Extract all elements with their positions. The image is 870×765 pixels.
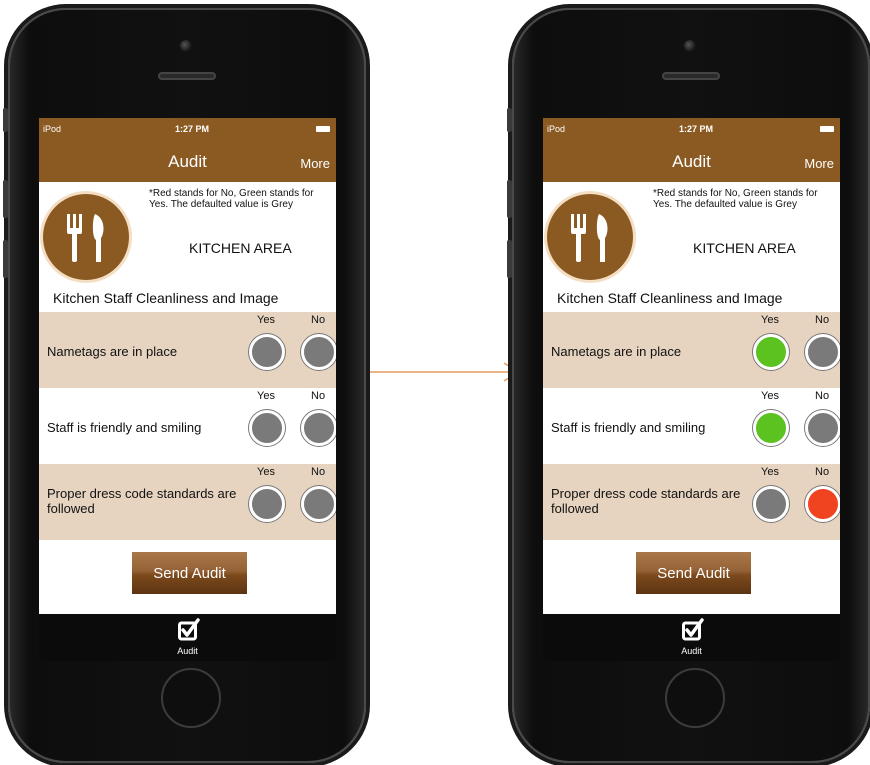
home-button[interactable] [161, 668, 221, 728]
fork-knife-icon [547, 194, 633, 280]
section-title: Kitchen Staff Cleanliness and Image [53, 290, 279, 306]
mute-switch [3, 108, 8, 132]
no-toggle[interactable] [805, 410, 840, 446]
tab-audit-label[interactable]: Audit [39, 646, 336, 656]
no-toggle[interactable] [301, 410, 336, 446]
battery-icon [316, 126, 330, 132]
no-label: No [815, 314, 830, 326]
row-label: Staff is friendly and smiling [551, 420, 706, 435]
yes-toggle[interactable] [249, 486, 285, 522]
no-toggle[interactable] [805, 334, 840, 370]
carrier-label: iPod [43, 124, 62, 134]
tab-audit-label[interactable]: Audit [543, 646, 840, 656]
home-button[interactable] [665, 668, 725, 728]
fork-knife-icon [43, 194, 129, 280]
yes-label: Yes [257, 390, 275, 402]
volume-up-button [507, 180, 512, 218]
clock: 1:27 PM [679, 124, 714, 134]
row-label: Proper dress code standards are followed [47, 486, 237, 516]
page-title: Audit [672, 152, 711, 171]
yes-label: Yes [761, 390, 779, 402]
tab-bar: Audit [39, 614, 336, 661]
camera-icon [180, 40, 192, 52]
speaker-grille [158, 72, 216, 80]
volume-down-button [3, 240, 8, 278]
yes-toggle[interactable] [753, 410, 789, 446]
arrow-icon [370, 362, 520, 382]
no-label: No [815, 390, 830, 402]
row-label: Proper dress code standards are followed [551, 486, 741, 516]
row-label: Nametags are in place [551, 344, 682, 359]
audit-row: Yes No Proper dress code standards are f… [543, 464, 840, 540]
checkbox-icon[interactable] [178, 618, 200, 642]
audit-header: *Red stands for No, Green stands for Yes… [543, 182, 840, 312]
no-label: No [311, 390, 326, 402]
area-title: KITCHEN AREA [693, 240, 796, 256]
carrier-label: iPod [547, 124, 566, 134]
nav-bar: Audit More [39, 142, 336, 182]
section-title: Kitchen Staff Cleanliness and Image [557, 290, 783, 306]
clock: 1:27 PM [175, 124, 210, 134]
status-bar: iPod 1:27 PM [543, 118, 840, 142]
send-area: Send Audit [543, 540, 840, 608]
yes-toggle[interactable] [249, 334, 285, 370]
more-button[interactable]: More [804, 156, 834, 171]
no-toggle[interactable] [301, 486, 336, 522]
yes-toggle[interactable] [249, 410, 285, 446]
camera-icon [684, 40, 696, 52]
yes-label: Yes [257, 314, 275, 326]
yes-label: Yes [761, 314, 779, 326]
row-label: Nametags are in place [47, 344, 178, 359]
send-audit-button[interactable]: Send Audit [636, 552, 751, 594]
audit-row: Yes No Proper dress code standards are f… [39, 464, 336, 540]
yes-toggle[interactable] [753, 486, 789, 522]
legend-note: *Red stands for No, Green stands for Yes… [149, 188, 314, 210]
audit-row: Yes No Staff is friendly and smiling [543, 388, 840, 464]
audit-row: Yes No Staff is friendly and smiling [39, 388, 336, 464]
volume-down-button [507, 240, 512, 278]
page-title: Audit [168, 152, 207, 171]
battery-icon [820, 126, 834, 132]
screen: iPod 1:27 PM Audit More *Red stands for … [39, 118, 336, 661]
more-button[interactable]: More [300, 156, 330, 171]
phone-before: iPod 1:27 PM Audit More *Red stands for … [3, 8, 366, 763]
screen: iPod 1:27 PM Audit More *Red stands for … [543, 118, 840, 661]
send-audit-button[interactable]: Send Audit [132, 552, 247, 594]
yes-toggle[interactable] [753, 334, 789, 370]
audit-row: Yes No Nametags are in place [543, 312, 840, 388]
nav-bar: Audit More [543, 142, 840, 182]
row-label: Staff is friendly and smiling [47, 420, 202, 435]
phone-after: iPod 1:27 PM Audit More *Red stands for … [507, 8, 870, 763]
legend-note: *Red stands for No, Green stands for Yes… [653, 188, 818, 210]
status-bar: iPod 1:27 PM [39, 118, 336, 142]
speaker-grille [662, 72, 720, 80]
volume-up-button [3, 180, 8, 218]
no-label: No [311, 466, 326, 478]
audit-header: *Red stands for No, Green stands for Yes… [39, 182, 336, 312]
no-toggle[interactable] [301, 334, 336, 370]
yes-label: Yes [761, 466, 779, 478]
audit-row: Yes No Nametags are in place [39, 312, 336, 388]
no-label: No [815, 466, 830, 478]
tab-bar: Audit [543, 614, 840, 661]
no-toggle[interactable] [805, 486, 840, 522]
no-label: No [311, 314, 326, 326]
send-area: Send Audit [39, 540, 336, 608]
checkbox-icon[interactable] [682, 618, 704, 642]
mute-switch [507, 108, 512, 132]
yes-label: Yes [257, 466, 275, 478]
area-title: KITCHEN AREA [189, 240, 292, 256]
